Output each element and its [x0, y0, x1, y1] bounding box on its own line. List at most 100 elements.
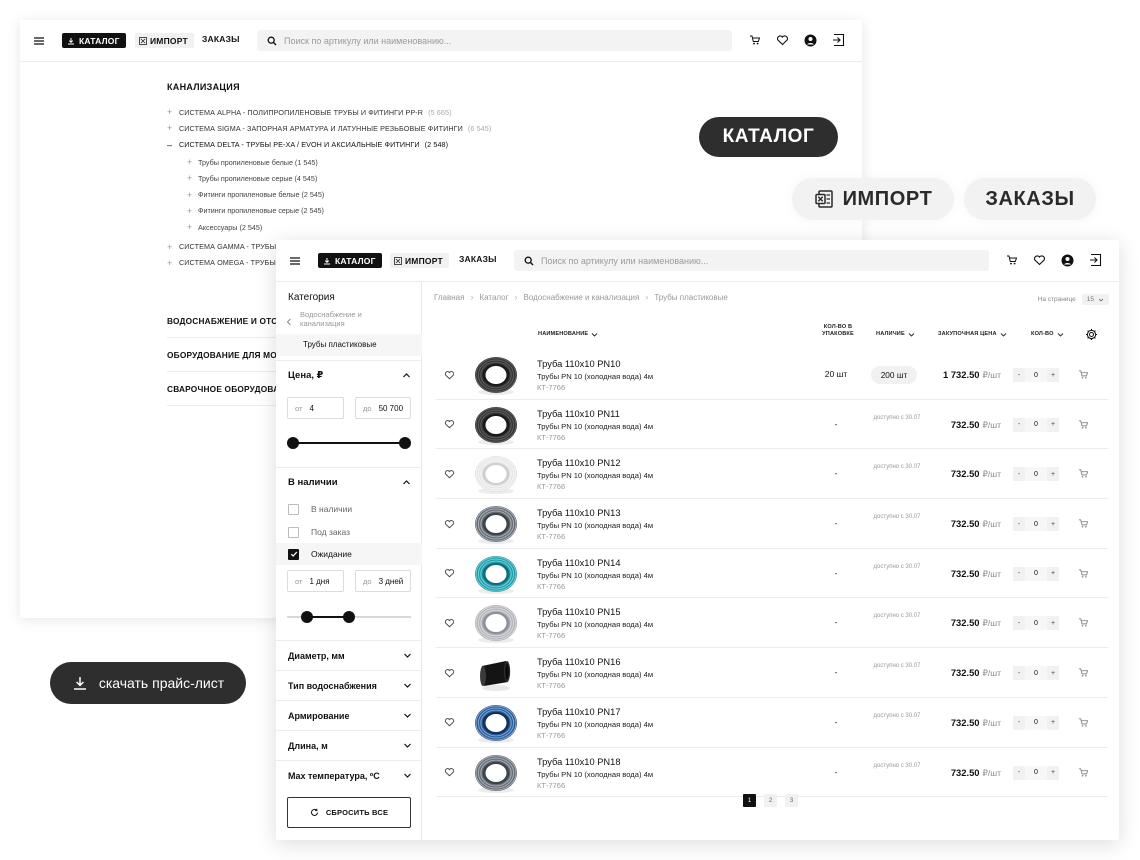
column-pack[interactable]: КОЛ-ВО В УПАКОВКЕ	[818, 324, 858, 338]
increment-button[interactable]: +	[1047, 715, 1059, 730]
availability-option-in-stock[interactable]: В наличии	[276, 498, 422, 520]
increment-button[interactable]: +	[1047, 368, 1059, 382]
price-from-input[interactable]: от 4	[287, 397, 344, 419]
product-name[interactable]: Труба 110x10 PN15	[537, 607, 621, 617]
cart-icon[interactable]	[1078, 767, 1089, 778]
heart-icon[interactable]	[776, 34, 789, 46]
decrement-button[interactable]: -	[1013, 517, 1025, 532]
product-image[interactable]	[472, 453, 520, 495]
product-name[interactable]: Труба 110x10 PN12	[537, 458, 621, 468]
product-image[interactable]	[472, 404, 520, 446]
column-price[interactable]: ЗАКУПОЧНАЯ ЦЕНА	[938, 331, 1007, 338]
increment-button[interactable]: +	[1047, 417, 1059, 432]
cart-icon[interactable]	[1006, 254, 1018, 266]
import-button[interactable]: ИМПОРТ	[390, 253, 449, 268]
decrement-button[interactable]: -	[1013, 616, 1025, 631]
decrement-button[interactable]: -	[1013, 467, 1025, 482]
increment-button[interactable]: +	[1047, 616, 1059, 631]
logout-icon[interactable]	[1089, 253, 1103, 267]
increment-button[interactable]: +	[1047, 666, 1059, 681]
search-input[interactable]: Поиск по артикулу или наименованию...	[257, 30, 732, 51]
heart-icon[interactable]	[444, 717, 455, 728]
import-button[interactable]: ИМПОРТ	[135, 33, 194, 48]
product-name[interactable]: Труба 110x10 PN11	[537, 409, 620, 419]
checkbox-checked[interactable]	[288, 548, 299, 560]
heart-icon[interactable]	[444, 568, 455, 579]
search-input[interactable]: Поиск по артикулу или наименованию...	[514, 250, 989, 271]
quantity-value[interactable]: 0	[1025, 467, 1047, 482]
cart-icon[interactable]	[1078, 468, 1089, 479]
heart-icon[interactable]	[444, 667, 455, 678]
quantity-value[interactable]: 0	[1025, 765, 1047, 780]
chevron-up-icon[interactable]	[402, 371, 411, 380]
filter-diameter[interactable]: Диаметр, мм	[276, 640, 422, 670]
product-name[interactable]: Труба 110x10 PN18	[537, 757, 621, 767]
user-icon[interactable]	[804, 34, 817, 47]
product-name[interactable]: Труба 110x10 PN16	[537, 657, 621, 667]
checkbox[interactable]	[288, 503, 299, 515]
increment-button[interactable]: +	[1047, 517, 1059, 532]
heart-icon[interactable]	[444, 767, 455, 778]
quantity-value[interactable]: 0	[1025, 417, 1047, 432]
product-image[interactable]	[472, 752, 520, 794]
system-item-alpha[interactable]: + СИСТЕМА ALPHA - ПОЛИПРОПИЛЕНОВЫЕ ТРУБЫ …	[167, 104, 727, 120]
catalog-button[interactable]: КАТАЛОГ	[318, 253, 382, 268]
product-image[interactable]	[472, 553, 520, 595]
price-filter-title[interactable]: Цена, ₽	[288, 370, 323, 381]
decrement-button[interactable]: -	[1013, 666, 1025, 681]
orders-link[interactable]: ЗАКАЗЫ	[459, 254, 497, 264]
days-slider[interactable]	[287, 611, 411, 623]
filter-water-type[interactable]: Тип водоснабжения	[276, 670, 422, 700]
decrement-button[interactable]: -	[1013, 566, 1025, 581]
chevron-up-icon[interactable]	[402, 478, 411, 487]
quantity-value[interactable]: 0	[1025, 566, 1047, 581]
heart-icon[interactable]	[444, 369, 455, 380]
page-button[interactable]: 2	[764, 794, 777, 807]
decrement-button[interactable]: -	[1013, 715, 1025, 730]
subitem[interactable]: + Трубы пропиленовые серые (4 545)	[187, 170, 727, 186]
column-qty[interactable]: КОЛ-ВО	[1031, 331, 1064, 338]
filter-length[interactable]: Длина, м	[276, 730, 422, 760]
cart-icon[interactable]	[749, 34, 761, 46]
availability-option-on-order[interactable]: Под заказ	[276, 521, 422, 543]
import-callout[interactable]: ИМПОРТ	[792, 178, 954, 220]
page-button-active[interactable]: 1	[743, 794, 756, 807]
heart-icon[interactable]	[444, 468, 455, 479]
heart-icon[interactable]	[1033, 254, 1046, 266]
column-stock[interactable]: НАЛИЧИЕ	[876, 331, 915, 338]
orders-callout[interactable]: ЗАКАЗЫ	[964, 178, 1096, 220]
menu-icon[interactable]	[32, 34, 46, 48]
availability-option-waiting[interactable]: Ожидание	[276, 543, 422, 565]
cart-icon[interactable]	[1078, 419, 1089, 430]
quantity-value[interactable]: 0	[1025, 666, 1047, 681]
category-back-link[interactable]: Водоснабжение и канализация	[286, 310, 390, 328]
cart-icon[interactable]	[1078, 617, 1089, 628]
cart-icon[interactable]	[1078, 667, 1089, 678]
subitem[interactable]: + Фитинги пропиленовые серые (2 545)	[187, 203, 727, 219]
heart-icon[interactable]	[444, 617, 455, 628]
availability-filter-title[interactable]: В наличии	[288, 477, 338, 488]
decrement-button[interactable]: -	[1013, 417, 1025, 432]
product-name[interactable]: Труба 110x10 PN14	[537, 558, 621, 568]
per-page-select[interactable]: 15	[1081, 294, 1109, 305]
user-icon[interactable]	[1061, 254, 1074, 267]
price-to-input[interactable]: до 50 700	[355, 397, 411, 419]
price-slider-max-handle[interactable]	[399, 437, 411, 449]
days-slider-min-handle[interactable]	[301, 611, 313, 623]
cart-icon[interactable]	[1078, 518, 1089, 529]
product-image[interactable]	[472, 652, 520, 694]
catalog-button[interactable]: КАТАЛОГ	[62, 33, 126, 48]
quantity-value[interactable]: 0	[1025, 368, 1047, 382]
heart-icon[interactable]	[444, 518, 455, 529]
product-image[interactable]	[472, 602, 520, 644]
price-slider-min-handle[interactable]	[287, 437, 299, 449]
quantity-value[interactable]: 0	[1025, 517, 1047, 532]
product-name[interactable]: Труба 110x10 PN17	[537, 707, 621, 717]
system-item-sigma[interactable]: + СИСТЕМА SIGMA - ЗАПОРНАЯ АРМАТУРА И ЛАТ…	[167, 120, 727, 136]
increment-button[interactable]: +	[1047, 467, 1059, 482]
filter-max-temperature[interactable]: Max температура, ºC	[276, 760, 422, 790]
decrement-button[interactable]: -	[1013, 765, 1025, 780]
breadcrumb-item[interactable]: Водоснабжение и канализация	[524, 293, 640, 302]
quantity-value[interactable]: 0	[1025, 715, 1047, 730]
product-image[interactable]	[472, 503, 520, 545]
